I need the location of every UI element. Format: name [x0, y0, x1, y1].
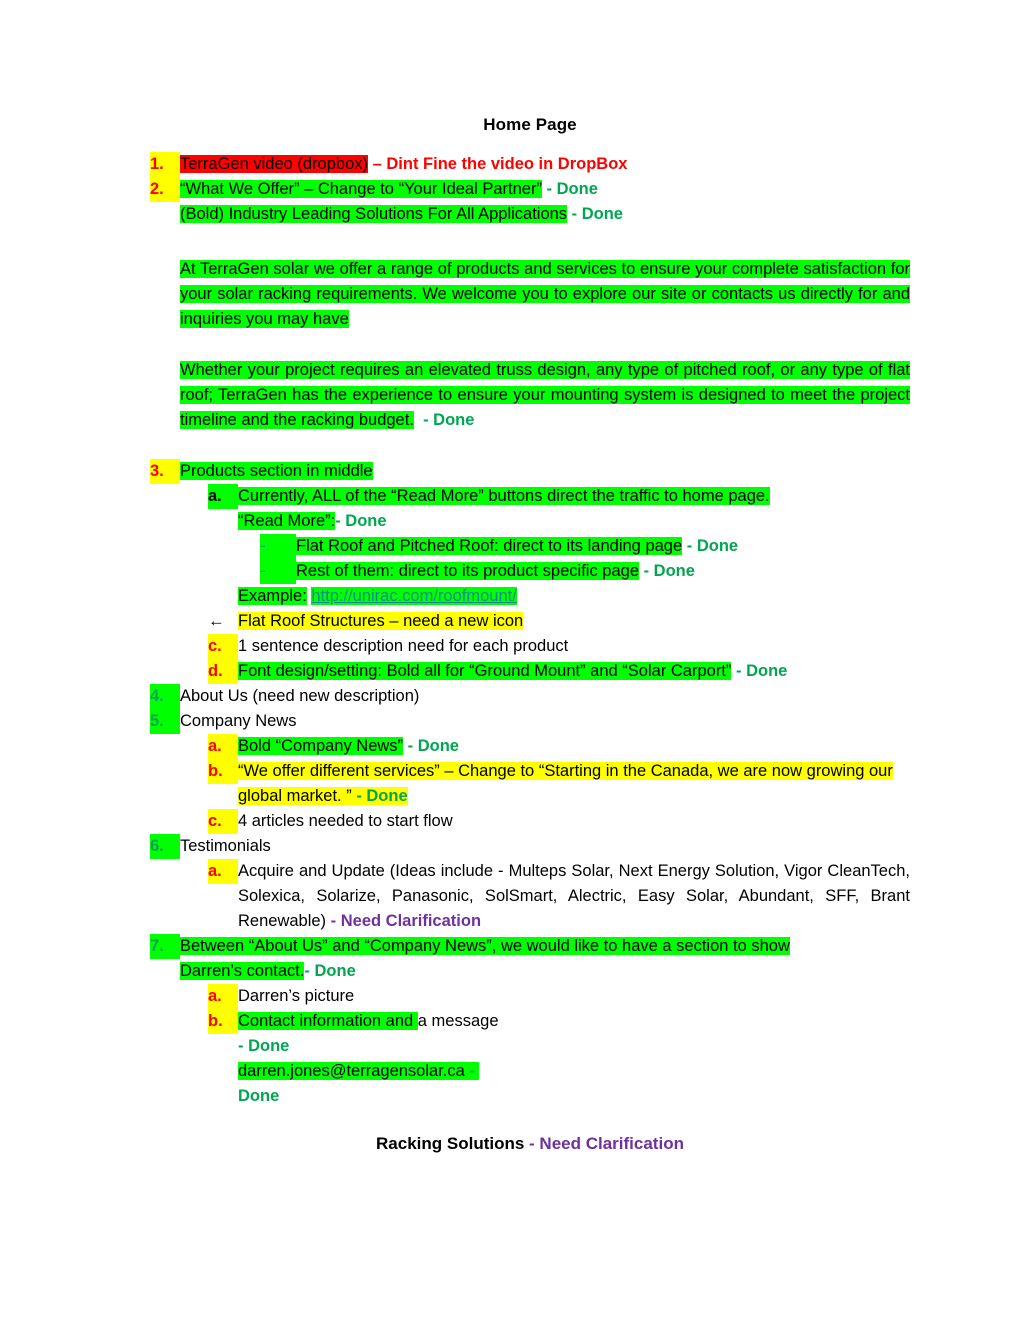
list-item-5b: b. “We offer different services” – Change… — [150, 759, 910, 809]
item3a-example-link[interactable]: http://unirac.com/roofmount/ — [311, 587, 517, 605]
list-marker-4: 4. — [150, 684, 180, 709]
item3a-sub2-status: - Done — [643, 562, 695, 580]
footer-status: - Need Clarification — [529, 1134, 684, 1153]
footer-title: Racking Solutions - Need Clarification — [150, 1131, 910, 1157]
item3a-sub2-text: Rest of them: direct to its product spec… — [296, 562, 639, 580]
item7b-text-highlight: Contact information and — [238, 1012, 414, 1030]
list-item-5c: c. 4 articles needed to start flow — [150, 809, 910, 834]
list-marker-dash: - — [260, 534, 296, 559]
list-marker-1: 1. — [150, 152, 180, 177]
item7-text-line1: Between “About Us” and “Company News”, w… — [180, 937, 790, 955]
item3a-readmore-label: “Read More”: — [238, 512, 336, 530]
item7-status: - Done — [304, 962, 356, 980]
list-marker-3c: c. — [208, 634, 238, 659]
item7b-text-plain: a message — [417, 1012, 499, 1030]
list-item-7b: b. Contact information and a message — [150, 1009, 910, 1034]
list-marker-7b: b. — [208, 1009, 238, 1034]
list-item-3: 3. Products section in middle — [150, 459, 910, 484]
item7-text-line2: Darren’s contact. — [180, 962, 305, 980]
item5b-text: “We offer different services” – Change t… — [238, 762, 893, 805]
item5c-text: 4 articles needed to start flow — [238, 812, 453, 830]
list-item-7b-email-status-word: Done — [150, 1084, 910, 1109]
item3a-readmore-status: - Done — [335, 512, 387, 530]
item3b-text: Flat Roof Structures – need a new icon — [238, 612, 524, 630]
item2-line1-status: - Done — [546, 180, 598, 198]
item2-line2-status: - Done — [571, 205, 623, 223]
list-marker-2: 2. — [150, 177, 180, 202]
paragraph-1: At TerraGen solar we offer a range of pr… — [150, 257, 910, 332]
list-item-3a-readmore: “Read More”:- Done — [150, 509, 910, 534]
item3a-text: Currently, ALL of the “Read More” button… — [238, 487, 770, 505]
item3d-text: Font design/setting: Bold all for “Groun… — [238, 662, 732, 680]
item6-heading: Testimonials — [180, 837, 271, 855]
document-body: Home Page 1. TerraGen video (dropbox) – D… — [150, 112, 910, 1157]
list-item-3c: c. 1 sentence description need for each p… — [150, 634, 910, 659]
footer-title-text: Racking Solutions — [376, 1134, 525, 1153]
list-marker-5c: c. — [208, 809, 238, 834]
item2-line2: (Bold) Industry Leading Solutions For Al… — [180, 205, 568, 223]
list-item-3a-sub1: - Flat Roof and Pitched Roof: direct to i… — [150, 534, 910, 559]
list-item-7-line2: Darren’s contact.- Done — [150, 959, 910, 984]
paragraph-2: Whether your project requires an elevate… — [150, 358, 910, 433]
item7a-text: Darren’s picture — [238, 987, 355, 1005]
list-item-7a: a. Darren’s picture — [150, 984, 910, 1009]
list-item-3a-sub2: - Rest of them: direct to its product spe… — [150, 559, 910, 584]
document-page: Home Page 1. TerraGen video (dropbox) – D… — [0, 0, 1020, 1320]
item3d-status: - Done — [736, 662, 788, 680]
list-item-7b-status: - Done — [150, 1034, 910, 1059]
paragraph-2-status: - Done — [423, 411, 475, 429]
paragraph-1-text: At TerraGen solar we offer a range of pr… — [180, 260, 910, 328]
paragraph-2-text: Whether your project requires an elevate… — [180, 361, 910, 429]
list-marker-3: 3. — [150, 459, 180, 484]
list-item-1: 1. TerraGen video (dropbox) – Dint Fine t… — [150, 152, 910, 177]
item3a-example-label: Example: — [238, 587, 307, 605]
list-marker-dash: - — [260, 559, 296, 584]
item5a-status: - Done — [407, 737, 459, 755]
item3c-text: 1 sentence description need for each pro… — [238, 637, 569, 655]
list-marker-5a: a. — [208, 734, 238, 759]
list-item-6: 6. Testimonials — [150, 834, 910, 859]
item6a-status: - Need Clarification — [330, 912, 482, 930]
item7b-email[interactable]: darren.jones@terragensolar.ca — [238, 1062, 465, 1080]
item7b-email-status-word: Done — [238, 1087, 280, 1105]
list-marker-5: 5. — [150, 709, 180, 734]
item5-heading: Company News — [180, 712, 297, 730]
item3-heading: Products section in middle — [180, 462, 373, 480]
item4-text: About Us (need new description) — [180, 687, 420, 705]
list-item-3b: ← Flat Roof Structures – need a new icon — [150, 609, 910, 634]
item5b-status: - Done — [356, 787, 408, 805]
item7b-status: - Done — [238, 1037, 290, 1055]
list-item-3a: a. Currently, ALL of the “Read More” butt… — [150, 484, 910, 509]
item3a-sub1-text: Flat Roof and Pitched Roof: direct to it… — [296, 537, 683, 555]
list-marker-7: 7. — [150, 934, 180, 959]
list-item-2-line2: (Bold) Industry Leading Solutions For Al… — [150, 202, 910, 227]
item1-note-text: – Dint Fine the video in DropBox — [372, 155, 628, 173]
item5a-text: Bold “Company News” — [238, 737, 404, 755]
page-title: Home Page — [483, 115, 577, 134]
list-item-2: 2. “What We Offer” – Change to “Your Idea… — [150, 177, 910, 202]
list-marker-5b: b. — [208, 759, 238, 784]
list-marker-6: 6. — [150, 834, 180, 859]
list-marker-3d: d. — [208, 659, 238, 684]
list-item-6a: a. Acquire and Update (Ideas include - Mu… — [150, 859, 910, 934]
list-marker-3a: a. — [208, 484, 238, 509]
list-item-3a-example: Example: http://unirac.com/roofmount/ — [150, 584, 910, 609]
list-item-7: 7. Between “About Us” and “Company News”,… — [150, 934, 910, 959]
list-item-5a: a. Bold “Company News” - Done — [150, 734, 910, 759]
list-item-7b-email: darren.jones@terragensolar.ca - — [150, 1059, 910, 1084]
list-item-4: 4. About Us (need new description) — [150, 684, 910, 709]
list-marker-7a: a. — [208, 984, 238, 1009]
item2-line1: “What We Offer” – Change to “Your Ideal … — [180, 180, 542, 198]
item3a-sub1-status: - Done — [686, 537, 739, 555]
list-item-5: 5. Company News — [150, 709, 910, 734]
list-marker-6a: a. — [208, 859, 238, 884]
list-item-3d: d. Font design/setting: Bold all for “Gro… — [150, 659, 910, 684]
left-arrow-icon: ← — [208, 612, 225, 630]
item1-video-text: TerraGen video (dropbox) — [180, 155, 369, 173]
